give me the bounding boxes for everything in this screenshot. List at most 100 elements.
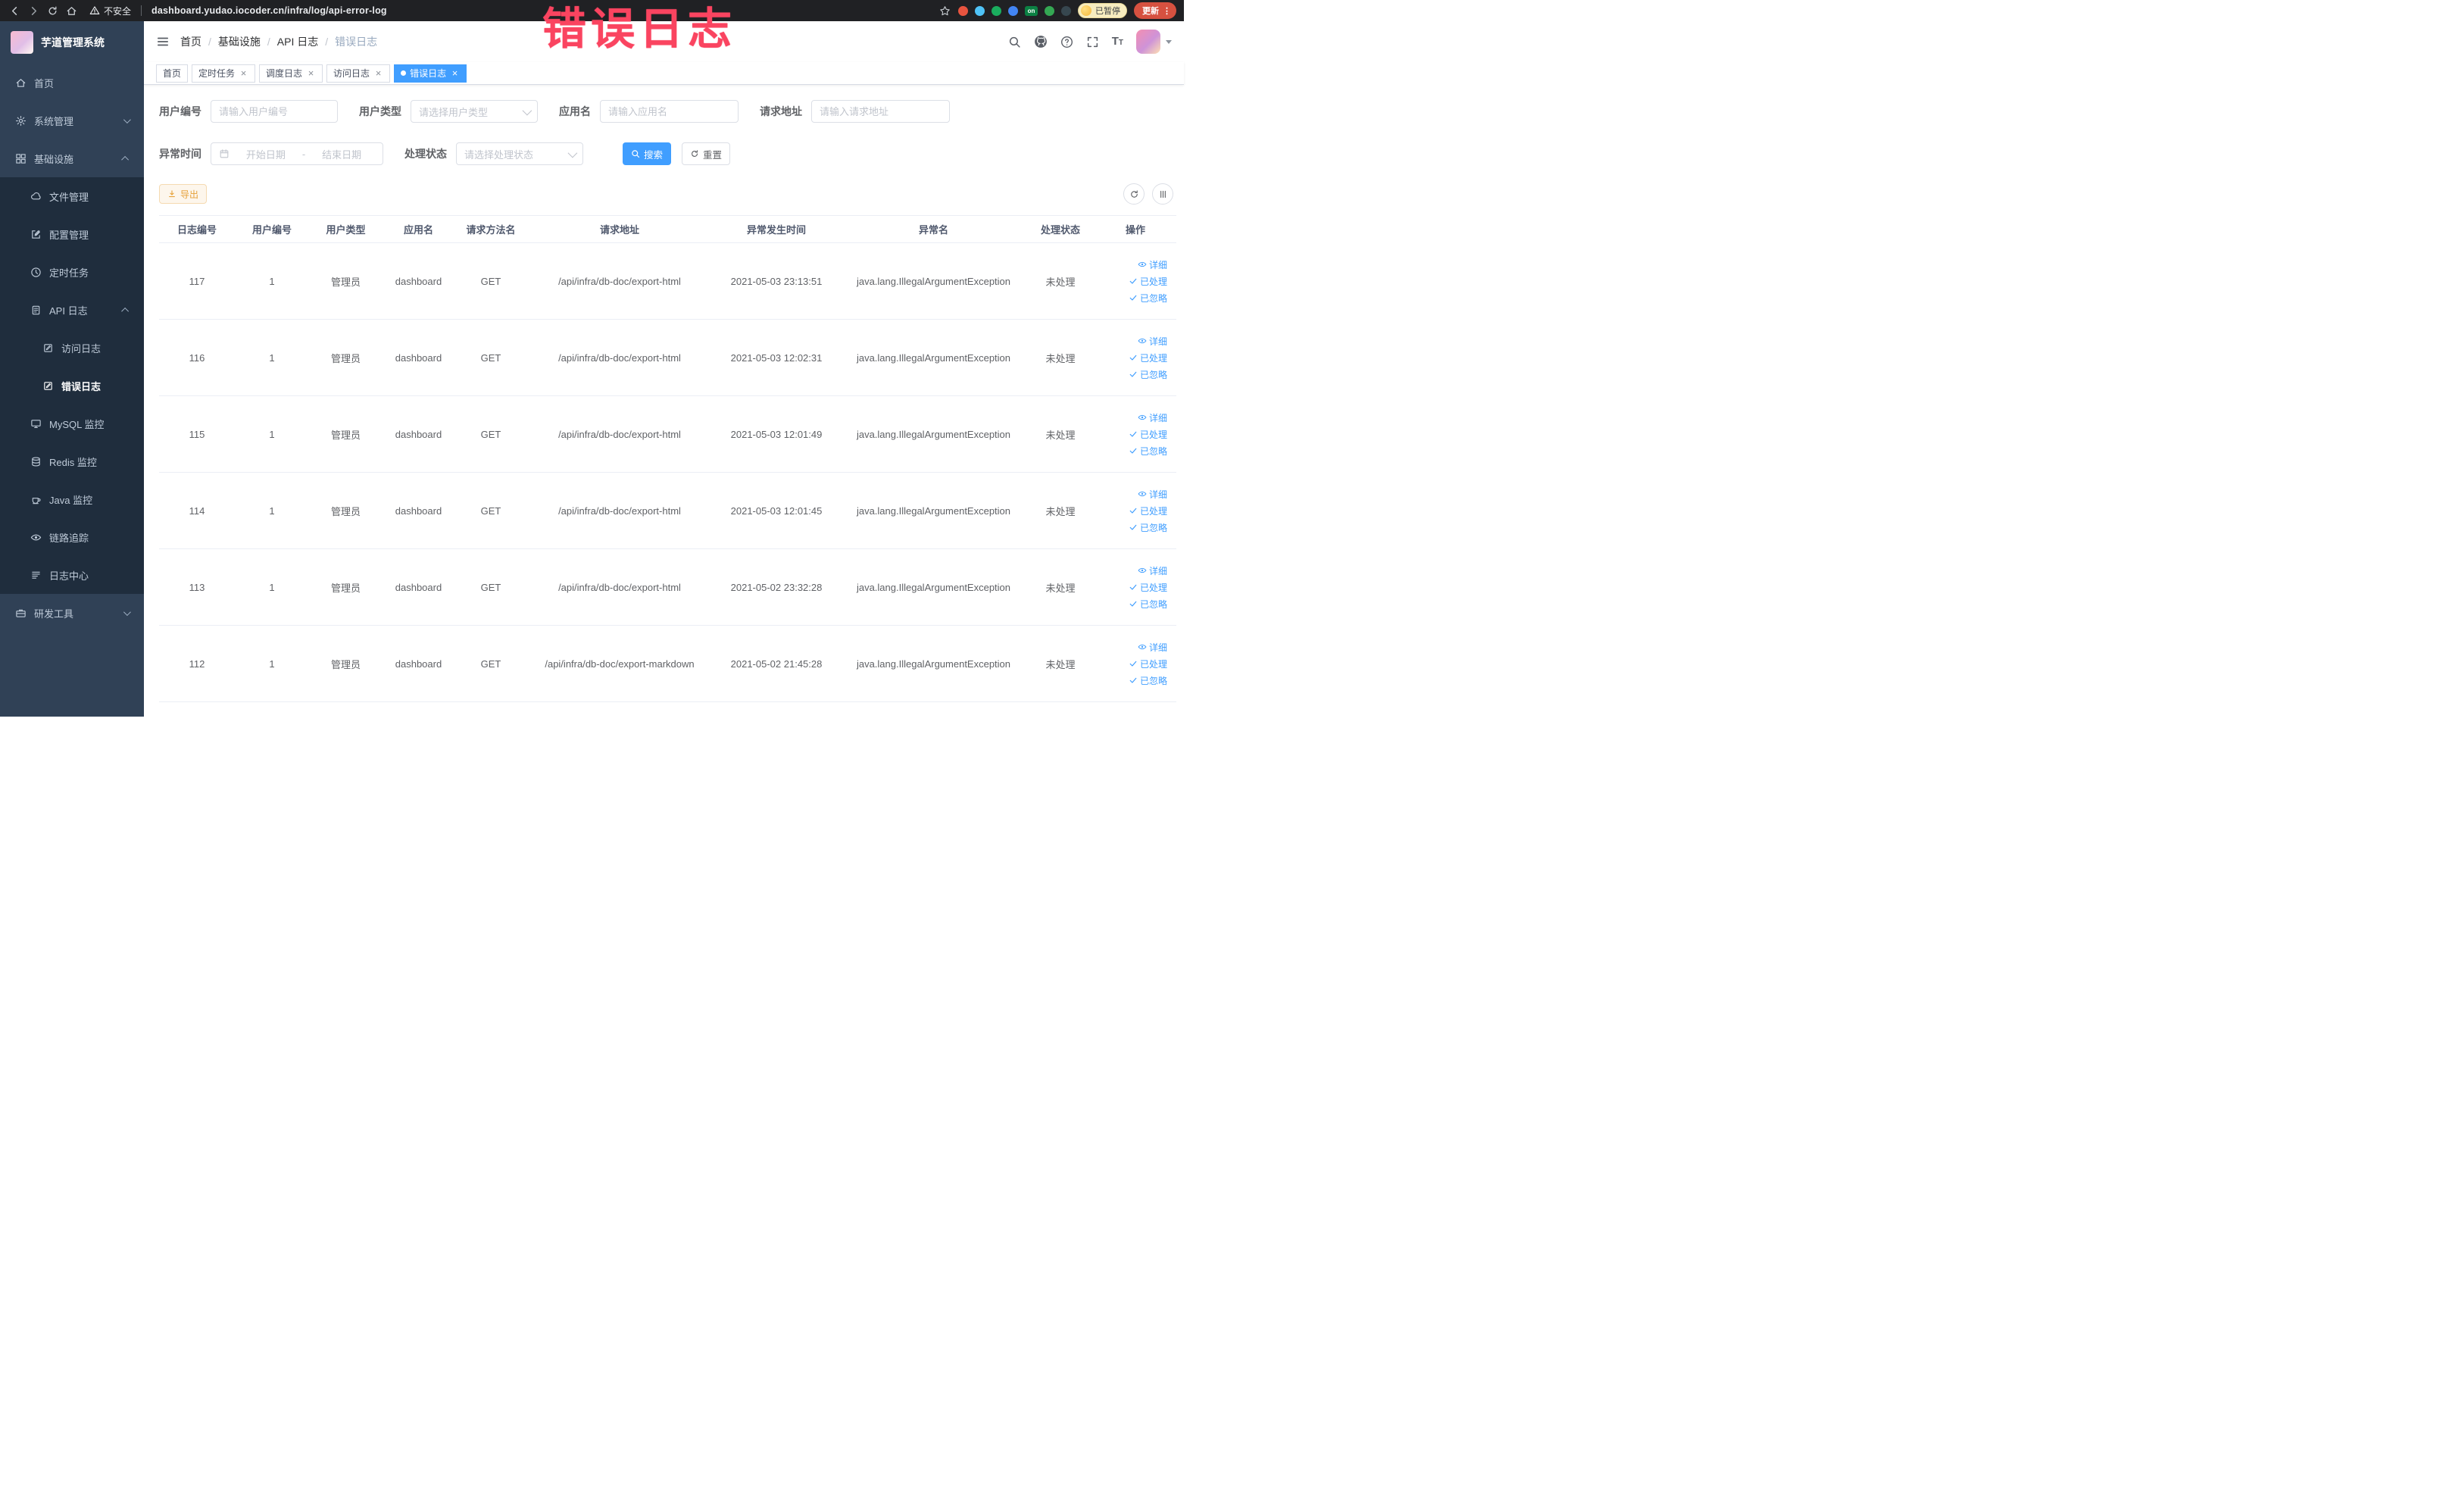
breadcrumb-infrastructure[interactable]: 基础设施 bbox=[218, 34, 261, 49]
cell-exception-time: 2021-05-03 23:13:51 bbox=[730, 275, 823, 287]
process-status-select[interactable]: 请选择处理状态 bbox=[456, 142, 583, 165]
sidebar-item-scheduled-tasks[interactable]: 定时任务 bbox=[0, 253, 144, 291]
bookmark-star-icon[interactable] bbox=[938, 4, 951, 17]
github-icon[interactable] bbox=[1034, 35, 1048, 48]
mark-processed-link[interactable]: 已处理 bbox=[1129, 275, 1167, 288]
eye-icon bbox=[30, 532, 42, 543]
back-icon[interactable] bbox=[8, 4, 21, 17]
document-icon bbox=[30, 305, 42, 316]
detail-link[interactable]: 详细 bbox=[1138, 411, 1167, 424]
detail-link[interactable]: 详细 bbox=[1138, 641, 1167, 654]
check-icon bbox=[1129, 430, 1138, 439]
export-button[interactable]: 导出 bbox=[159, 184, 208, 204]
breadcrumb-current: 错误日志 bbox=[335, 36, 378, 48]
search-button[interactable]: 搜索 bbox=[623, 142, 672, 165]
reload-icon[interactable] bbox=[45, 4, 59, 17]
sidebar-item-link-tracing[interactable]: 链路追踪 bbox=[0, 518, 144, 556]
detail-link[interactable]: 详细 bbox=[1138, 488, 1167, 501]
app-name-input[interactable] bbox=[608, 105, 730, 117]
chrome-update-button[interactable]: 更新 ⋮ bbox=[1134, 2, 1176, 19]
cell-exception-time: 2021-05-02 21:45:28 bbox=[730, 658, 823, 670]
request-url-label: 请求地址 bbox=[760, 105, 802, 117]
mark-processed-link[interactable]: 已处理 bbox=[1129, 505, 1167, 517]
detail-link[interactable]: 详细 bbox=[1138, 335, 1167, 348]
sidebar-item-api-logs[interactable]: API 日志 bbox=[0, 291, 144, 329]
sidebar-item-infrastructure[interactable]: 基础设施 bbox=[0, 139, 144, 177]
sidebar-item-java-monitor[interactable]: Java 监控 bbox=[0, 480, 144, 518]
font-size-icon[interactable]: TT bbox=[1112, 36, 1123, 48]
mark-ignored-link[interactable]: 已忽略 bbox=[1129, 445, 1167, 458]
request-url-input[interactable] bbox=[820, 105, 942, 117]
column-header: 异常名 bbox=[918, 224, 948, 236]
grid-icon bbox=[15, 153, 27, 164]
mark-ignored-link[interactable]: 已忽略 bbox=[1129, 368, 1167, 381]
close-icon[interactable]: × bbox=[373, 68, 383, 78]
reset-button[interactable]: 重置 bbox=[682, 142, 731, 165]
home-icon[interactable] bbox=[64, 4, 78, 17]
mark-ignored-link[interactable]: 已忽略 bbox=[1129, 521, 1167, 534]
extension-icon-pin[interactable] bbox=[1061, 5, 1071, 16]
column-settings-button[interactable] bbox=[1152, 183, 1173, 205]
mark-processed-link[interactable]: 已处理 bbox=[1129, 658, 1167, 670]
cell-log-id: 113 bbox=[189, 581, 205, 593]
sidebar-item-access-logs[interactable]: 访问日志 bbox=[0, 329, 144, 367]
tab-schedule-logs[interactable]: 调度日志 × bbox=[259, 64, 323, 83]
browser-toolbar: 不安全 dashboard.yudao.iocoder.cn/infra/log… bbox=[0, 0, 1184, 21]
extension-icon-on-badge[interactable]: on bbox=[1025, 5, 1038, 16]
sidebar-item-mysql-monitor[interactable]: MySQL 监控 bbox=[0, 405, 144, 442]
app-logo[interactable]: 芋道管理系统 bbox=[0, 21, 144, 64]
mark-processed-link[interactable]: 已处理 bbox=[1129, 581, 1167, 594]
extension-icon-leaf[interactable] bbox=[1045, 5, 1054, 16]
mark-ignored-link[interactable]: 已忽略 bbox=[1129, 292, 1167, 305]
app-name-field[interactable] bbox=[600, 100, 739, 123]
close-icon[interactable]: × bbox=[239, 68, 248, 78]
url-bar[interactable]: dashboard.yudao.iocoder.cn/infra/log/api… bbox=[151, 5, 387, 16]
breadcrumb-api-logs[interactable]: API 日志 bbox=[277, 34, 318, 49]
extension-icon-green[interactable] bbox=[992, 5, 1001, 16]
sidebar-item-dev-tools[interactable]: 研发工具 bbox=[0, 594, 144, 632]
fullscreen-icon[interactable] bbox=[1086, 36, 1099, 48]
cloud-icon bbox=[30, 191, 42, 202]
forward-icon[interactable] bbox=[27, 4, 40, 17]
sidebar-item-home[interactable]: 首页 bbox=[0, 64, 144, 102]
breadcrumb-home[interactable]: 首页 bbox=[180, 34, 201, 49]
help-icon[interactable] bbox=[1060, 36, 1073, 48]
extension-icon-blue-drop[interactable] bbox=[975, 5, 985, 16]
sidebar-item-system-management[interactable]: 系统管理 bbox=[0, 102, 144, 139]
profile-paused-badge[interactable]: 已暂停 bbox=[1078, 3, 1127, 18]
tab-home[interactable]: 首页 bbox=[156, 64, 189, 83]
cell-request-url: /api/infra/db-doc/export-html bbox=[558, 428, 681, 440]
mark-ignored-link[interactable]: 已忽略 bbox=[1129, 674, 1167, 687]
tab-access-logs[interactable]: 访问日志 × bbox=[326, 64, 391, 83]
user-menu[interactable] bbox=[1136, 30, 1172, 54]
refresh-table-button[interactable] bbox=[1123, 183, 1145, 205]
site-security-chip[interactable]: 不安全 bbox=[89, 5, 131, 17]
detail-link[interactable]: 详细 bbox=[1138, 258, 1167, 271]
sidebar-item-log-center[interactable]: 日志中心 bbox=[0, 556, 144, 594]
cell-status: 未处理 bbox=[1045, 429, 1076, 441]
sidebar-item-redis-monitor[interactable]: Redis 监控 bbox=[0, 442, 144, 480]
sidebar-item-error-logs[interactable]: 错误日志 bbox=[0, 367, 144, 405]
user-type-select[interactable]: 请选择用户类型 bbox=[411, 100, 538, 123]
cell-user-id: 1 bbox=[269, 351, 275, 364]
app-name-label: 应用名 bbox=[559, 105, 591, 117]
search-icon[interactable] bbox=[1008, 36, 1021, 48]
extension-icon-blue-grid[interactable] bbox=[1008, 5, 1018, 16]
mark-ignored-link[interactable]: 已忽略 bbox=[1129, 598, 1167, 611]
active-dot bbox=[401, 70, 407, 76]
sidebar-item-file-management[interactable]: 文件管理 bbox=[0, 177, 144, 215]
sidebar-item-config-management[interactable]: 配置管理 bbox=[0, 215, 144, 253]
tab-error-logs[interactable]: 错误日志 × bbox=[394, 64, 467, 83]
detail-link[interactable]: 详细 bbox=[1138, 564, 1167, 577]
close-icon[interactable]: × bbox=[306, 68, 316, 78]
user-id-input[interactable] bbox=[219, 105, 329, 117]
mark-processed-link[interactable]: 已处理 bbox=[1129, 351, 1167, 364]
mark-processed-link[interactable]: 已处理 bbox=[1129, 428, 1167, 441]
tab-scheduled-tasks[interactable]: 定时任务 × bbox=[192, 64, 256, 83]
request-url-field[interactable] bbox=[811, 100, 950, 123]
exception-time-range-picker[interactable]: 开始日期 - 结束日期 bbox=[211, 142, 383, 165]
sidebar-toggle-icon[interactable] bbox=[156, 35, 170, 48]
close-icon[interactable]: × bbox=[450, 68, 460, 78]
extension-icon-orange[interactable] bbox=[958, 5, 968, 16]
user-id-field[interactable] bbox=[211, 100, 338, 123]
